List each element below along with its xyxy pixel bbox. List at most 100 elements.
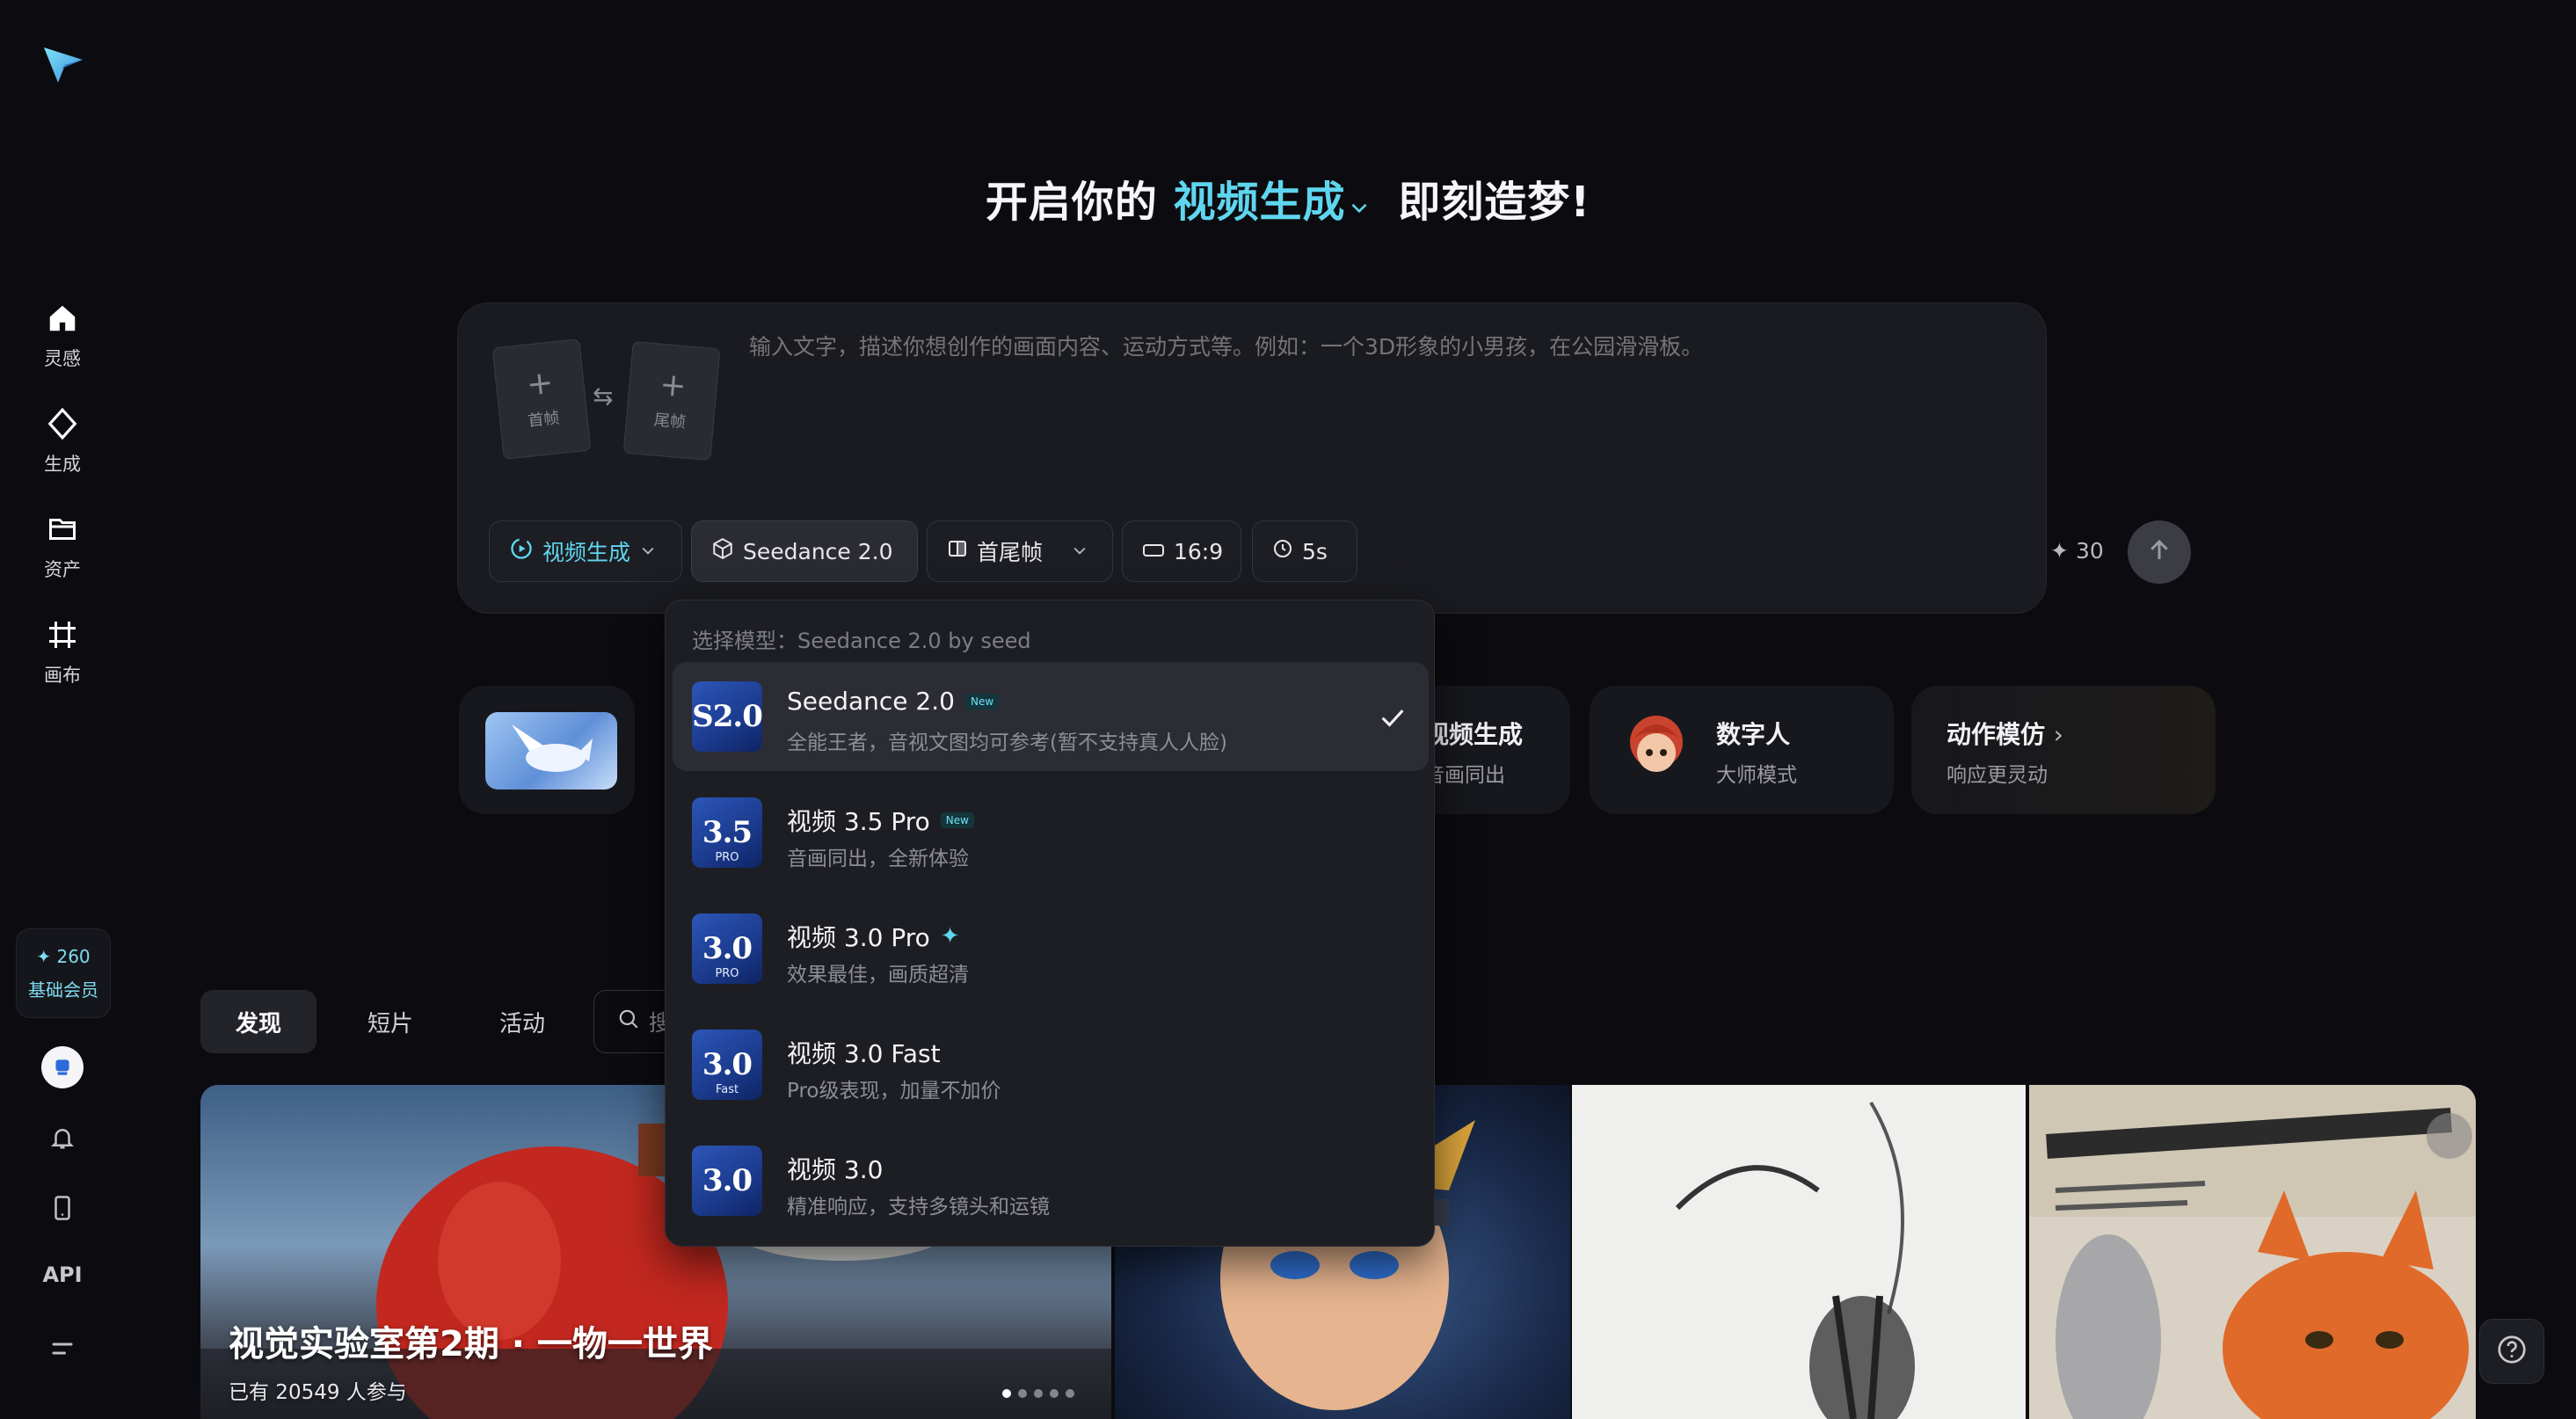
carousel-dot[interactable] <box>1018 1389 1027 1398</box>
model-name: 视频 3.0 Pro ✦ <box>787 919 960 954</box>
sidebar-item-label: 画布 <box>44 665 81 686</box>
title-suffix: 即刻造梦! <box>1398 178 1591 227</box>
gallery-item-ink[interactable] <box>1572 1085 2026 1419</box>
sidebar-item-generate[interactable]: 生成 <box>0 404 125 492</box>
sidebar-item-canvas[interactable]: 画布 <box>0 615 125 703</box>
member-points-value: 260 <box>56 945 91 967</box>
swap-icon[interactable]: ⇆ <box>593 382 613 411</box>
frame-layout-icon <box>947 538 968 564</box>
model-name-text: 视频 3.0 Pro <box>787 923 930 952</box>
last-frame-label: 尾帧 <box>653 411 687 433</box>
tab-shorts[interactable]: 短片 <box>332 990 448 1053</box>
aspect-ratio-label: 16:9 <box>1174 538 1224 564</box>
model-dropdown-label: Seedance 2.0 <box>743 538 893 564</box>
model-thumbnail: 3.0 PRO <box>692 913 762 984</box>
plus-icon: + <box>525 364 556 404</box>
duration-button[interactable]: 5s <box>1252 520 1357 582</box>
model-name-text: 视频 3.5 Pro <box>787 807 930 836</box>
feature-card-digital-human[interactable]: 数字人 大师模式 <box>1590 686 1894 814</box>
model-name-text: Seedance 2.0 <box>787 687 955 716</box>
feature-title: 视频生成 <box>1424 720 1524 749</box>
check-icon <box>1378 702 1408 736</box>
model-description: 精准响应，支持多镜头和运镜 <box>787 1196 1050 1219</box>
motion-title-text: 动作模仿 <box>1947 720 2046 749</box>
membership-card[interactable]: ✦ 260 基础会员 <box>16 928 111 1018</box>
new-badge: New <box>940 812 974 828</box>
arrow-up-icon <box>2146 537 2172 567</box>
banner-title: 视觉实验室第2期 · 一物一世界 <box>229 1324 713 1364</box>
first-frame-upload[interactable]: + 首帧 <box>491 338 592 460</box>
send-button[interactable] <box>2128 520 2191 584</box>
member-points: ✦ 260 <box>36 945 91 967</box>
title-prefix: 开启你的 <box>985 178 1158 227</box>
feature-subtitle: 大师模式 <box>1716 764 1797 787</box>
model-option-video-3-0-fast[interactable]: 3.0 Fast 视频 3.0 Fast Pro级表现，加量不加价 <box>673 1010 1429 1119</box>
frame-mode-dropdown-button[interactable]: 首尾帧 <box>927 520 1113 582</box>
model-thumbnail-sub: PRO <box>715 851 739 864</box>
model-name: 视频 3.0 <box>787 1151 883 1186</box>
gallery-item-fox[interactable] <box>2029 1085 2476 1419</box>
model-thumbnail-sub: PRO <box>715 967 739 980</box>
feature-card-motion[interactable]: 动作模仿 › 响应更灵动 <box>1911 686 2216 814</box>
pegasus-thumbnail <box>485 712 617 790</box>
model-dropdown-menu: 选择模型：Seedance 2.0 by seed S2.0 Seedance … <box>665 600 1435 1247</box>
model-dropdown-button[interactable]: Seedance 2.0 <box>691 520 918 582</box>
model-thumbnail-text: S2.0 <box>692 699 762 734</box>
chevron-down-icon <box>639 539 657 564</box>
help-button[interactable] <box>2479 1319 2544 1384</box>
carousel-dot[interactable] <box>1034 1389 1043 1398</box>
plus-icon: + <box>658 366 688 405</box>
model-option-video-3-5-pro[interactable]: 3.5 PRO 视频 3.5 Pro New 音画同出，全新体验 <box>673 778 1429 887</box>
app-logo-icon[interactable] <box>39 39 88 88</box>
question-icon <box>2496 1334 2528 1369</box>
sidebar-item-assets[interactable]: 资产 <box>0 510 125 598</box>
menu-icon[interactable] <box>41 1328 84 1370</box>
home-icon <box>43 299 82 338</box>
api-link[interactable]: API <box>35 1263 90 1287</box>
diamond-icon <box>43 404 82 443</box>
video-mode-icon <box>509 536 534 566</box>
sidebar-item-label: 生成 <box>44 454 81 475</box>
last-frame-upload[interactable]: + 尾帧 <box>622 340 721 462</box>
sidebar-item-label: 资产 <box>44 559 81 580</box>
carousel-dot[interactable] <box>1002 1389 1011 1398</box>
feature-card-image[interactable] <box>459 686 635 814</box>
tab-events[interactable]: 活动 <box>464 990 580 1053</box>
mode-selector[interactable]: 视频生成 <box>1174 178 1383 227</box>
first-frame-label: 首帧 <box>527 409 561 431</box>
new-badge: New <box>964 693 1000 710</box>
model-option-video-3-0-pro[interactable]: 3.0 PRO 视频 3.0 Pro ✦ 效果最佳，画质超清 <box>673 894 1429 1003</box>
sparkle-icon: ✦ <box>2050 538 2069 564</box>
model-description: 效果最佳，画质超清 <box>787 964 969 986</box>
folder-icon <box>43 510 82 549</box>
tab-discover[interactable]: 发现 <box>200 990 317 1053</box>
feature-title: 动作模仿 › <box>1947 716 2063 751</box>
model-option-video-3-0[interactable]: 3.0 视频 3.0 精准响应，支持多镜头和运镜 <box>673 1126 1429 1235</box>
model-thumbnail-text: 3.5 <box>702 815 753 850</box>
ratio-icon <box>1142 539 1165 564</box>
clock-icon <box>1272 538 1293 564</box>
model-thumbnail-text: 3.0 <box>702 1047 753 1082</box>
sidebar-item-inspiration[interactable]: 灵感 <box>0 299 125 387</box>
carousel-dot[interactable] <box>1066 1389 1074 1398</box>
feature-subtitle: 响应更灵动 <box>1947 764 2048 787</box>
model-thumbnail-text: 3.0 <box>702 931 753 966</box>
banner-subtitle: 已有 20549 人参与 <box>229 1381 407 1404</box>
model-name-text: 视频 3.0 <box>787 1155 884 1184</box>
phone-icon[interactable] <box>41 1187 84 1229</box>
model-option-seedance-2-0[interactable]: S2.0 Seedance 2.0 New 全能王者，音视文图均可参考(暂不支持… <box>673 662 1429 771</box>
carousel-dot[interactable] <box>1050 1389 1059 1398</box>
aspect-ratio-button[interactable]: 16:9 <box>1122 520 1241 582</box>
prompt-input[interactable] <box>749 334 1980 360</box>
model-name-text: 视频 3.0 Fast <box>787 1039 941 1068</box>
mode-dropdown-label: 视频生成 <box>542 540 631 565</box>
model-thumbnail: 3.0 <box>692 1146 762 1216</box>
avatar[interactable] <box>41 1046 84 1088</box>
canvas-icon <box>43 615 82 654</box>
bell-icon[interactable] <box>41 1117 84 1159</box>
duration-label: 5s <box>1302 538 1328 564</box>
model-name: 视频 3.0 Fast <box>787 1035 941 1070</box>
carousel-dots[interactable] <box>1002 1389 1074 1398</box>
feature-subtitle: 音画同出 <box>1424 764 1505 787</box>
mode-dropdown-button[interactable]: 视频生成 <box>489 520 682 582</box>
